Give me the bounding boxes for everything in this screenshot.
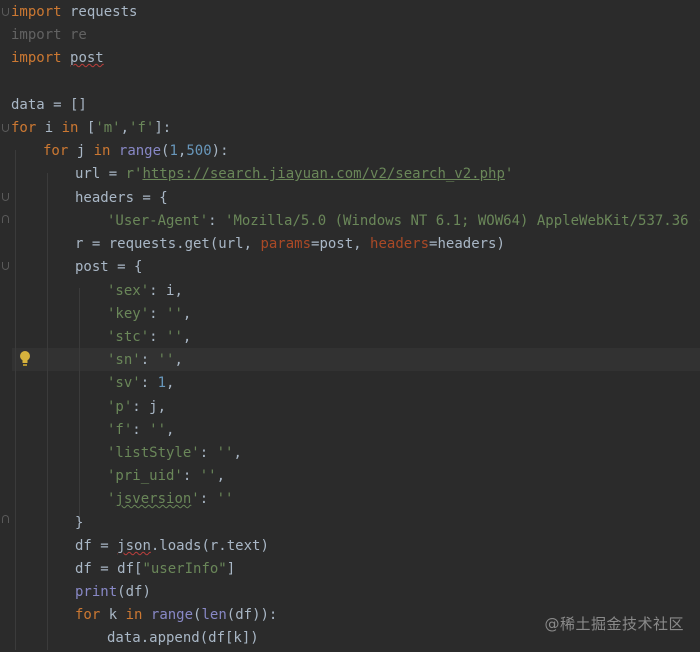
indent-guide — [79, 288, 80, 516]
code-line-1: import requests — [11, 4, 138, 20]
fold-marker-icon[interactable] — [2, 193, 9, 201]
code-line-28: data.append(df[k]) — [107, 630, 259, 646]
code-line-17: 'sv': 1, — [107, 375, 175, 391]
current-line-highlight — [0, 348, 700, 371]
watermark-text: @稀土掘金技术社区 — [544, 615, 684, 633]
code-line-11: r = requests.get(url, params=post, heade… — [75, 236, 505, 252]
code-line-9: headers = { — [75, 190, 168, 206]
fold-marker-icon[interactable] — [2, 124, 9, 132]
fold-marker-icon[interactable] — [2, 515, 9, 523]
code-editor[interactable]: import requests import re import post da… — [0, 0, 700, 652]
indent-guide — [15, 150, 16, 650]
code-line-3: import post — [11, 50, 104, 66]
fold-marker-icon[interactable] — [2, 8, 9, 16]
code-line-7: for j in range(1,500): — [43, 143, 229, 159]
code-line-18: 'p': j, — [107, 399, 167, 415]
code-line-15: 'stc': '', — [107, 329, 192, 345]
code-line-23: } — [75, 515, 84, 531]
code-line-6: for i in ['m','f']: — [11, 120, 172, 136]
code-line-27: for k in range(len(df)): — [75, 607, 278, 623]
url-link[interactable]: https://search.jiayuan.com/v2/search_v2.… — [142, 166, 504, 182]
fold-marker-icon[interactable] — [2, 215, 9, 223]
code-line-19: 'f': '', — [107, 422, 175, 438]
code-line-12: post = { — [75, 259, 143, 275]
code-line-8: url = r'https://search.jiayuan.com/v2/se… — [75, 166, 514, 182]
code-line-21: 'pri_uid': '', — [107, 468, 226, 484]
code-line-22: 'jsversion': '' — [107, 491, 234, 507]
indent-guide — [47, 173, 48, 650]
fold-marker-icon[interactable] — [2, 262, 9, 270]
code-line-2: import re — [11, 27, 87, 43]
code-line-14: 'key': '', — [107, 306, 192, 322]
code-line-26: print(df) — [75, 584, 151, 600]
lightbulb-icon[interactable] — [19, 350, 31, 368]
code-line-13: 'sex': i, — [107, 283, 183, 299]
code-line-24: df = json.loads(r.text) — [75, 538, 269, 554]
code-line-5: data = [] — [11, 97, 87, 113]
code-line-16: 'sn': '', — [107, 352, 183, 368]
code-line-20: 'listStyle': '', — [107, 445, 242, 461]
code-line-25: df = df["userInfo"] — [75, 561, 236, 577]
code-line-10: 'User-Agent': 'Mozilla/5.0 (Windows NT 6… — [107, 213, 700, 229]
